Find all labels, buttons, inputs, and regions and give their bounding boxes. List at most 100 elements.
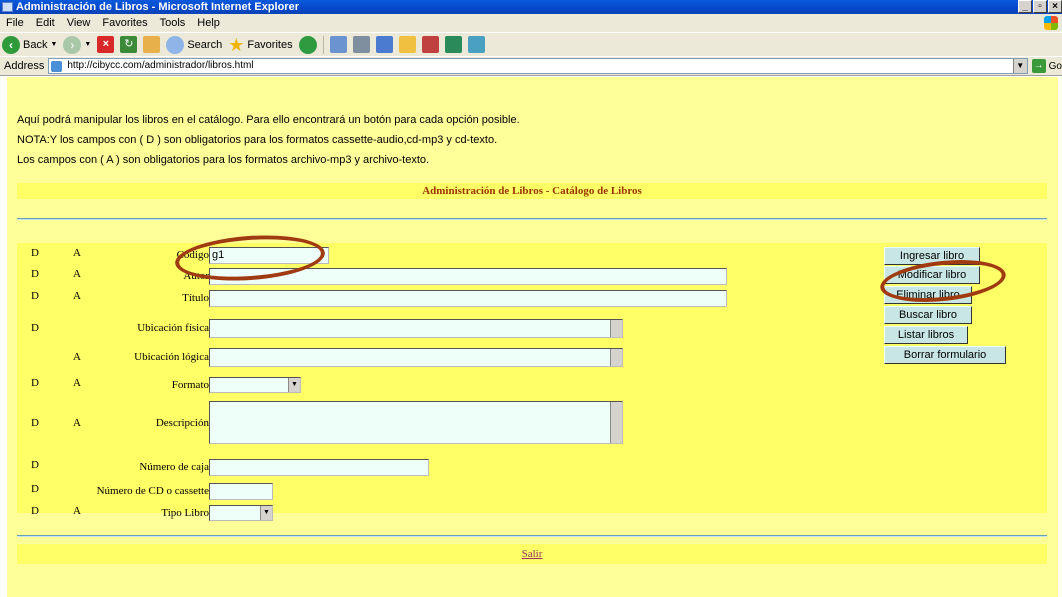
search-icon	[166, 35, 185, 54]
messenger-icon[interactable]	[444, 36, 462, 53]
descripcion-textarea[interactable]	[209, 401, 623, 444]
menu-bar: File Edit View Favorites Tools Help	[0, 14, 1062, 32]
menu-favorites[interactable]: Favorites	[102, 17, 147, 29]
close-icon[interactable]: ×	[1048, 0, 1062, 13]
codigo-label: Código	[176, 249, 209, 261]
window-controls: _ ▫ ×	[1018, 0, 1062, 14]
address-url: http://cibycc.com/administrador/libros.h…	[67, 60, 254, 71]
window-title: Administración de Libros - Microsoft Int…	[16, 1, 299, 13]
form-row-ubicacion-logica: A Ubicación lógica	[17, 348, 877, 370]
back-label: Back	[23, 38, 48, 51]
chevron-down-icon: ▼	[260, 506, 272, 520]
form-row-ubicacion-fisica: D Ubicación física	[17, 319, 877, 341]
page-scrollbar[interactable]	[1058, 77, 1062, 597]
go-button[interactable]: → Go	[1031, 59, 1062, 73]
media-icon[interactable]	[298, 35, 317, 54]
divider	[17, 535, 1047, 537]
back-arrow-icon: ‹	[2, 35, 20, 54]
form-row-descripcion: D A Descripción	[17, 401, 877, 447]
print-icon[interactable]	[352, 36, 370, 53]
maximize-icon[interactable]: ▫	[1033, 0, 1047, 13]
borrar-formulario-button[interactable]: Borrar formulario	[884, 346, 1006, 364]
ubicacion-fisica-textarea[interactable]	[209, 319, 623, 338]
form-row-numero-cd: D Número de CD o cassette	[17, 483, 877, 503]
footer-band: Salir	[17, 544, 1047, 564]
stop-icon[interactable]: ×	[97, 36, 115, 53]
folder-icon[interactable]	[398, 36, 416, 53]
form-row-tipo-libro: D A Tipo Libro ▼	[17, 505, 877, 525]
tools-icon[interactable]	[467, 36, 485, 53]
tipo-libro-select[interactable]: ▼	[209, 505, 273, 521]
ubicacion-logica-textarea[interactable]	[209, 348, 623, 367]
intro-text-3: Los campos con ( A ) son obligatorios pa…	[17, 154, 430, 166]
mail-icon[interactable]	[329, 36, 347, 53]
refresh-icon[interactable]: ↻	[120, 36, 138, 53]
form-row-numero-caja: D Número de caja	[17, 459, 877, 479]
window-title-bar[interactable]: Administración de Libros - Microsoft Int…	[0, 0, 1062, 14]
formato-label: Formato	[171, 379, 209, 391]
required-d-marker: D	[31, 377, 39, 389]
favorites-button[interactable]: ★ Favorites	[228, 36, 292, 54]
address-input[interactable]: http://cibycc.com/administrador/libros.h…	[48, 58, 1028, 74]
favorites-label: Favorites	[247, 38, 293, 51]
form-row-autor: D A Autor	[17, 268, 877, 288]
titulo-input[interactable]	[209, 290, 727, 307]
salir-link[interactable]: Salir	[522, 548, 543, 560]
go-label: Go	[1048, 60, 1062, 72]
ubicacion-logica-label: Ubicación lógica	[134, 351, 209, 363]
autor-input[interactable]	[209, 268, 727, 285]
required-d-marker: D	[31, 505, 39, 517]
research-icon[interactable]	[421, 36, 439, 53]
listar-libros-button[interactable]: Listar libros	[884, 326, 968, 344]
numero-caja-label: Número de caja	[139, 461, 209, 473]
required-a-marker: A	[73, 268, 81, 280]
page-icon	[51, 61, 63, 72]
menu-edit[interactable]: Edit	[36, 17, 55, 29]
codigo-input[interactable]: g1	[209, 247, 329, 264]
search-button[interactable]: Search	[166, 35, 223, 54]
eliminar-libro-button[interactable]: Eliminar libro	[884, 286, 972, 304]
intro-text-1: Aquí podrá manipular los libros en el ca…	[17, 114, 520, 126]
favorites-star-icon: ★	[228, 34, 245, 55]
forward-button[interactable]: › ▼	[63, 35, 91, 54]
chevron-down-icon[interactable]: ▼	[1012, 59, 1027, 73]
menu-file[interactable]: File	[6, 17, 24, 29]
scrollbar[interactable]	[610, 320, 622, 337]
buscar-libro-button[interactable]: Buscar libro	[884, 306, 972, 324]
ingresar-libro-button[interactable]: Ingresar libro	[884, 247, 980, 265]
form-row-titulo: D A Título	[17, 290, 877, 310]
scrollbar[interactable]	[610, 349, 622, 366]
required-a-marker: A	[73, 377, 81, 389]
required-d-marker: D	[31, 290, 39, 302]
edit-icon[interactable]	[375, 36, 393, 53]
required-d-marker: D	[31, 417, 39, 429]
modificar-libro-button[interactable]: Modificar libro	[884, 266, 980, 284]
chevron-down-icon: ▼	[288, 378, 300, 392]
home-icon[interactable]	[143, 36, 161, 53]
menu-view[interactable]: View	[67, 17, 91, 29]
formato-select[interactable]: ▼	[209, 377, 301, 393]
back-button[interactable]: ‹ Back ▼	[2, 35, 57, 54]
chevron-down-icon[interactable]: ▼	[50, 41, 57, 48]
tipo-libro-label: Tipo Libro	[161, 507, 209, 519]
numero-cd-label: Número de CD o cassette	[96, 485, 209, 497]
search-label: Search	[187, 38, 223, 51]
required-a-marker: A	[73, 417, 81, 429]
required-d-marker: D	[31, 459, 39, 471]
required-d-marker: D	[31, 268, 39, 280]
numero-caja-input[interactable]	[209, 459, 429, 476]
chevron-down-icon[interactable]: ▼	[84, 41, 91, 48]
intro-text-2: NOTA:Y los campos con ( D ) son obligato…	[17, 134, 498, 146]
section-title: Administración de Libros - Catálogo de L…	[17, 183, 1047, 199]
address-bar: Address http://cibycc.com/administrador/…	[0, 56, 1062, 76]
numero-cd-input[interactable]	[209, 483, 273, 500]
address-label: Address	[4, 60, 45, 72]
required-a-marker: A	[73, 505, 81, 517]
scrollbar[interactable]	[610, 402, 622, 443]
form-row-codigo: D A Código g1	[17, 247, 877, 267]
minimize-icon[interactable]: _	[1018, 0, 1032, 13]
menu-tools[interactable]: Tools	[160, 17, 186, 29]
ie-app-icon	[2, 2, 13, 12]
toolbar-separator	[322, 35, 324, 54]
menu-help[interactable]: Help	[197, 17, 220, 29]
